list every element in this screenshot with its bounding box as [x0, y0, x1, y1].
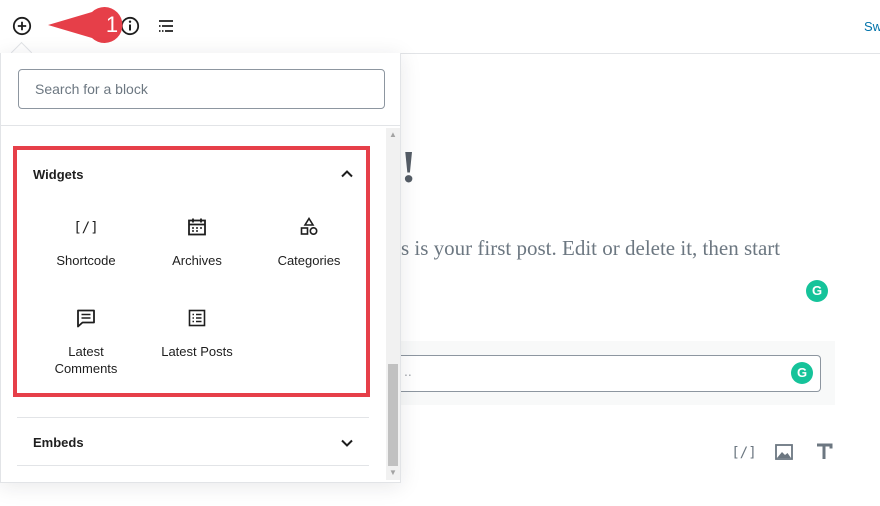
divider — [17, 465, 369, 466]
callout-number: 1 — [105, 12, 119, 37]
block-appender-input[interactable] — [401, 355, 821, 392]
divider — [17, 417, 369, 418]
widgets-panel-title[interactable]: Widgets — [33, 167, 83, 182]
block-shortcode[interactable]: [/] Shortcode — [36, 215, 136, 269]
block-appender-text: .. — [404, 363, 412, 379]
chevron-up-icon[interactable] — [339, 166, 355, 182]
calendar-icon — [185, 215, 209, 239]
divider — [1, 125, 400, 126]
scroll-down-arrow[interactable]: ▼ — [386, 466, 400, 480]
scrollbar-thumb[interactable] — [388, 364, 398, 466]
image-icon[interactable] — [772, 440, 796, 464]
shortcode-icon[interactable]: [/] — [732, 440, 756, 464]
block-label: Latest Posts — [161, 344, 233, 359]
embeds-panel-title[interactable]: Embeds — [33, 435, 84, 450]
grammarly-icon[interactable]: G — [806, 280, 828, 302]
scroll-up-arrow[interactable]: ▲ — [386, 128, 400, 142]
list-icon — [185, 306, 209, 330]
block-label: Shortcode — [56, 253, 116, 268]
post-title-fragment: ! — [401, 141, 417, 192]
list-outline-icon[interactable] — [154, 14, 178, 38]
post-body-fragment[interactable]: s is your first post. Edit or delete it,… — [401, 236, 780, 261]
widgets-panel: Widgets [/] Shortcode Archives Categorie… — [13, 146, 370, 397]
block-search-input[interactable]: Search for a block — [18, 69, 385, 109]
block-inserter-popover: Search for a block ▲ ▼ Widgets [/] Short… — [0, 53, 401, 483]
block-categories[interactable]: Categories — [259, 215, 359, 269]
block-latest-comments[interactable]: Latest Comments — [36, 306, 136, 377]
callout-badge: 1 — [46, 6, 138, 44]
comment-icon — [74, 306, 98, 330]
block-label: Archives — [172, 253, 222, 268]
shortcode-icon: [/] — [74, 215, 98, 239]
heading-icon[interactable] — [812, 440, 836, 464]
switch-link[interactable]: Sw — [864, 19, 880, 34]
shapes-icon — [297, 215, 321, 239]
plus-circle-icon[interactable] — [10, 14, 34, 38]
svg-text:[/]: [/] — [74, 220, 98, 236]
block-archives[interactable]: Archives — [147, 215, 247, 269]
chevron-down-icon[interactable] — [339, 435, 355, 451]
scrollbar[interactable]: ▲ ▼ — [386, 128, 400, 480]
grammarly-icon[interactable]: G — [791, 362, 813, 384]
svg-text:[/]: [/] — [732, 445, 756, 461]
block-latest-posts[interactable]: Latest Posts — [147, 306, 247, 360]
block-label: Latest Comments — [54, 344, 118, 376]
block-label: Categories — [277, 253, 341, 268]
